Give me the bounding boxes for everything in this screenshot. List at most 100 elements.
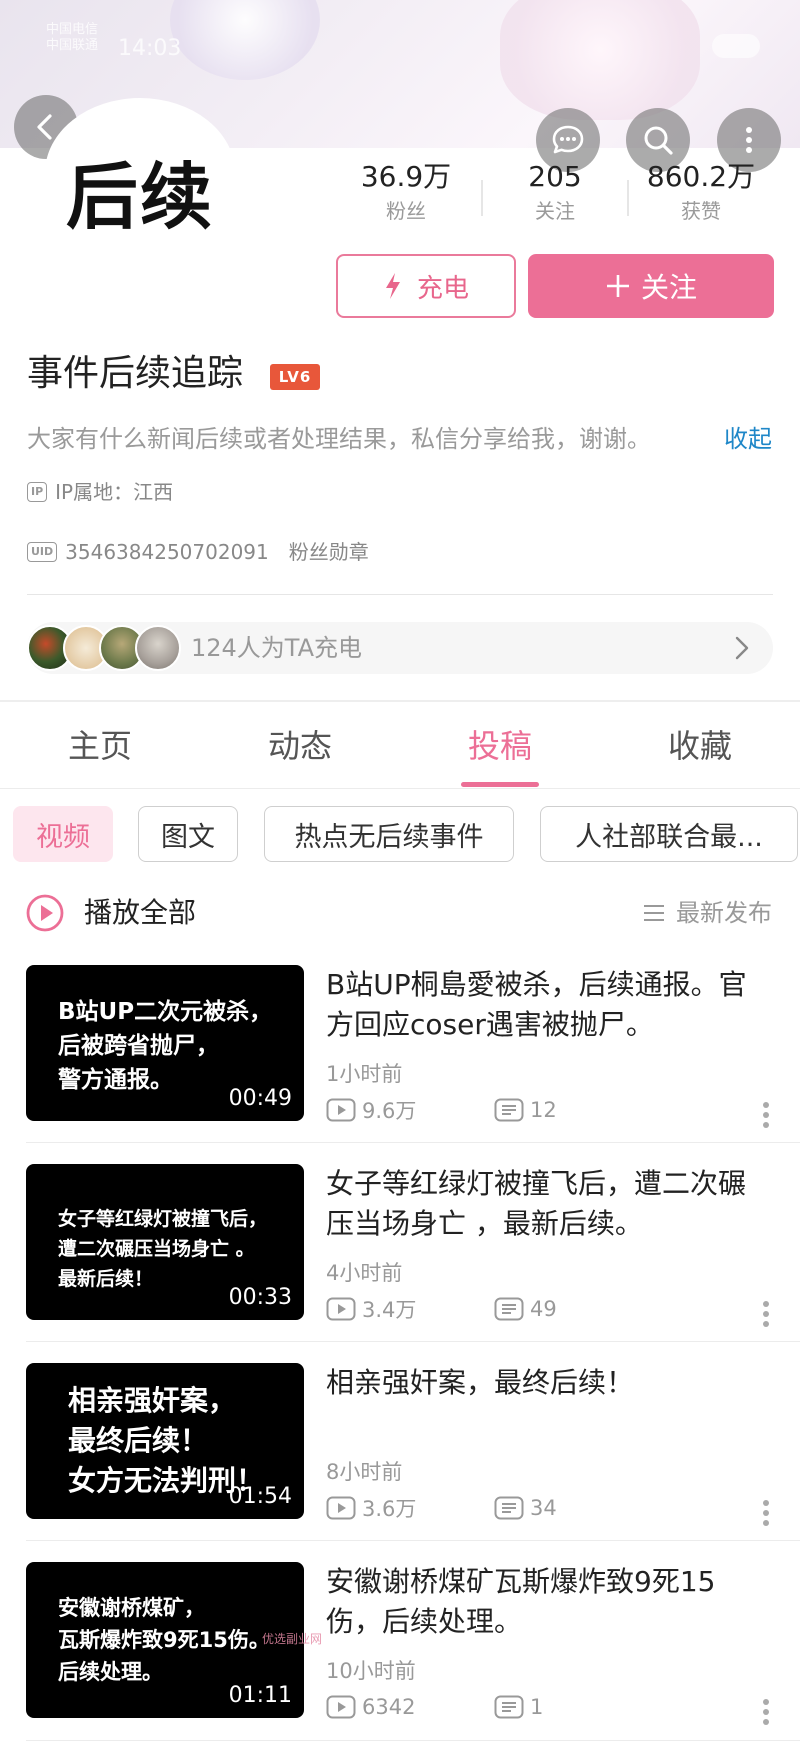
lightning-icon xyxy=(385,273,400,299)
video-item[interactable]: 女子等红绿灯被撞飞后， 遭二次碾压当场身亡 。 最新后续！ 00:33 女子等红… xyxy=(0,1164,800,1364)
tab-uploads[interactable]: 投稿 xyxy=(430,722,570,770)
video-thumbnail[interactable]: B站UP二次元被杀， 后被跨省抛尸， 警方通报。 00:49 xyxy=(26,965,304,1121)
stat-following[interactable]: 205 关注 xyxy=(485,160,625,226)
video-publish-time: 1小时前 xyxy=(326,1062,403,1086)
video-stats: 9.6万 12 xyxy=(326,1095,557,1125)
video-title[interactable]: 相亲强奸案，最终后续！ xyxy=(326,1363,766,1403)
comment-count-value: 34 xyxy=(530,1496,557,1520)
play-count-icon xyxy=(326,1098,356,1122)
stat-likes[interactable]: 860.2万 获赞 xyxy=(631,160,771,226)
video-duration: 01:54 xyxy=(228,1484,292,1509)
video-publish-time: 10小时前 xyxy=(326,1659,416,1683)
ip-tag-icon: IP xyxy=(27,482,48,502)
video-thumbnail[interactable]: 女子等红绿灯被撞飞后， 遭二次碾压当场身亡 。 最新后续！ 00:33 xyxy=(26,1164,304,1320)
view-count: 3.4万 xyxy=(326,1294,494,1324)
ip-location: IP属地：江西 xyxy=(55,480,174,504)
username: 事件后续追踪 xyxy=(27,353,244,394)
view-count-value: 3.6万 xyxy=(362,1497,417,1521)
status-icons xyxy=(640,34,760,58)
chip-collection-mohrss[interactable]: 人社部联合最... xyxy=(540,806,798,862)
view-count: 9.6万 xyxy=(326,1095,494,1125)
stat-value: 36.9万 xyxy=(360,160,452,193)
divider xyxy=(27,594,773,595)
uid-value[interactable]: 3546384250702091 xyxy=(65,538,269,566)
video-item[interactable]: 安徽谢桥煤矿， 瓦斯爆炸致9死15伤。 后续处理。 01:11 安徽谢桥煤矿瓦斯… xyxy=(0,1562,800,1762)
collapse-link[interactable]: 收起 xyxy=(724,422,772,456)
comment-icon xyxy=(494,1695,524,1719)
watermark-text: 优选副业网 xyxy=(262,1632,323,1646)
thumbnail-caption: B站UP二次元被杀， 后被跨省抛尸， 警方通报。 xyxy=(58,999,273,1093)
stat-value: 205 xyxy=(528,160,582,193)
video-stats: 6342 1 xyxy=(326,1692,543,1722)
thumbnail-caption: 女子等红绿灯被撞飞后， 遭二次碾压当场身亡 。 最新后续！ xyxy=(58,1208,268,1290)
stat-label: 关注 xyxy=(535,199,575,223)
video-duration: 00:49 xyxy=(228,1086,292,1111)
video-publish-time: 8小时前 xyxy=(326,1460,403,1484)
comment-count-value: 12 xyxy=(530,1098,557,1122)
plus-icon xyxy=(606,275,629,297)
list-divider xyxy=(26,1740,800,1741)
tab-favorites[interactable]: 收藏 xyxy=(630,722,770,770)
chargers-row[interactable]: 124人为TA充电 xyxy=(27,622,773,674)
stat-label: 获赞 xyxy=(681,199,721,223)
avatar-logo-text: 后续 xyxy=(65,154,214,239)
tab-dynamics[interactable]: 动态 xyxy=(230,722,370,770)
video-item[interactable]: 相亲强奸案， 最终后续！ 女方无法判刑！ 01:54 相亲强奸案，最终后续！ 8… xyxy=(0,1363,800,1563)
comment-count: 49 xyxy=(494,1297,557,1321)
video-thumbnail[interactable]: 相亲强奸案， 最终后续！ 女方无法判刑！ 01:54 xyxy=(26,1363,304,1519)
charger-avatar xyxy=(135,625,181,671)
play-all-button[interactable]: 播放全部 xyxy=(84,893,196,933)
chargers-count-text: 124人为TA充电 xyxy=(191,634,363,662)
charge-button-label: 充电 xyxy=(416,273,469,304)
vertical-dots-icon[interactable] xyxy=(762,1300,770,1328)
vertical-dots-icon[interactable] xyxy=(762,1101,770,1129)
chat-bubble-icon xyxy=(552,125,584,154)
video-title[interactable]: 安徽谢桥煤矿瓦斯爆炸致9死15伤，后续处理。 xyxy=(326,1562,766,1642)
follow-button[interactable]: 关注 xyxy=(528,254,774,318)
bio-text: 大家有什么新闻后续或者处理结果，私信分享给我，谢谢。 xyxy=(27,425,651,453)
comment-icon xyxy=(494,1297,524,1321)
fan-badge-link[interactable]: 粉丝勋章 xyxy=(289,538,369,566)
list-divider xyxy=(26,1142,800,1143)
stat-followers[interactable]: 36.9万 粉丝 xyxy=(336,160,476,226)
thumbnail-caption: 安徽谢桥煤矿， 瓦斯爆炸致9死15伤。 后续处理。 xyxy=(58,1596,270,1684)
tab-active-indicator xyxy=(461,782,539,787)
level-badge: LV6 xyxy=(270,364,320,390)
stat-label: 粉丝 xyxy=(386,199,426,223)
vertical-dots-icon[interactable] xyxy=(762,1698,770,1726)
stat-divider xyxy=(627,180,629,216)
battery-icon xyxy=(712,34,760,58)
avatar[interactable]: 后续 xyxy=(45,98,235,248)
tab-home[interactable]: 主页 xyxy=(30,722,170,770)
play-circle-icon[interactable] xyxy=(25,893,65,933)
uid-tag-icon: UID xyxy=(27,542,58,562)
video-title[interactable]: B站UP桐島愛被杀，后续通报。官方回应coser遇害被抛尸。 xyxy=(326,965,766,1045)
play-count-icon xyxy=(326,1695,356,1719)
video-item[interactable]: B站UP二次元被杀， 后被跨省抛尸， 警方通报。 00:49 B站UP桐島愛被杀… xyxy=(0,965,800,1165)
view-count: 3.6万 xyxy=(326,1493,494,1523)
chip-videos[interactable]: 视频 xyxy=(13,806,113,862)
sort-label: 最新发布 xyxy=(676,899,772,927)
thumbnail-caption: 相亲强奸案， 最终后续！ 女方无法判刑！ xyxy=(68,1384,265,1497)
chip-image-text[interactable]: 图文 xyxy=(138,806,238,862)
view-count-value: 6342 xyxy=(362,1695,416,1719)
list-divider xyxy=(26,1540,800,1541)
follow-button-label: 关注 xyxy=(640,271,697,304)
tab-bar-border xyxy=(0,788,800,789)
video-title[interactable]: 女子等红绿灯被撞飞后，遭二次碾压当场身亡 ，最新后续。 xyxy=(326,1164,766,1244)
stat-divider xyxy=(481,180,483,216)
sort-button[interactable]: 最新发布 xyxy=(642,895,772,931)
video-stats: 3.6万 34 xyxy=(326,1493,557,1523)
video-publish-time: 4小时前 xyxy=(326,1261,403,1285)
list-sort-icon xyxy=(644,905,664,921)
charger-avatars xyxy=(27,625,187,671)
comment-count-value: 1 xyxy=(530,1695,544,1719)
carrier-info: 中国电信 中国联通 xyxy=(46,22,98,54)
vertical-dots-icon[interactable] xyxy=(762,1499,770,1527)
comment-icon xyxy=(494,1496,524,1520)
charge-button[interactable]: 充电 xyxy=(336,254,516,318)
vertical-dots-icon xyxy=(746,127,752,153)
video-duration: 01:11 xyxy=(228,1683,292,1708)
video-duration: 00:33 xyxy=(228,1285,292,1310)
chip-collection-hot-events[interactable]: 热点无后续事件 xyxy=(264,806,514,862)
